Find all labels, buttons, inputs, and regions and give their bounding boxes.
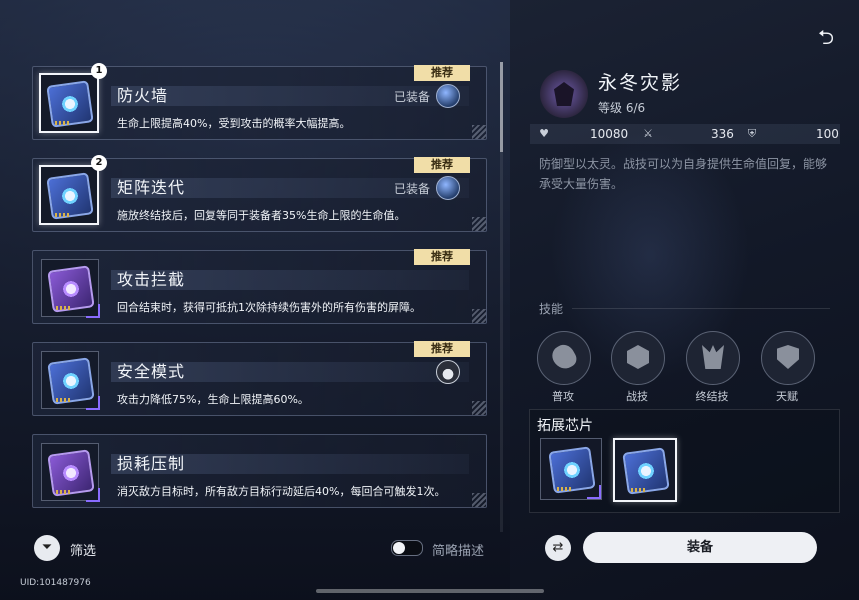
equipped-character-avatar-icon [436,176,460,200]
talent-skill-icon[interactable] [761,331,815,385]
user-id: UID:101487976 [20,578,91,588]
chip-description: 消灭敌方目标时，所有敌方目标行动延后40%，每回合可触发1次。 [117,485,446,498]
chip-name: 安全模式 [117,362,186,381]
chip-name: 矩阵迭代 [117,178,186,197]
brief-description-toggle[interactable] [391,540,423,556]
chip-description: 回合结束时，获得可抵抗1次除持续伤害外的所有伤害的屏障。 [117,301,421,314]
heart-icon: ♥ [539,127,549,140]
stats-bar [530,124,840,144]
skill-icon[interactable] [611,331,665,385]
skill-label-basic: 普攻 [552,390,574,403]
detail-level: 等级 6/6 [598,101,646,115]
brief-description-label: 简略描述 [432,544,485,559]
stat-hp: 10080 [590,127,629,141]
stat-atk: 336 [711,127,734,141]
recommended-tag: 推荐 [414,157,470,173]
detail-description: 防御型以太灵。战技可以为自身提供生命值回复，能够承受大量伤害。 [539,157,828,191]
chip-card-safe-mode[interactable]: 安全模式 推荐 攻击力降低75%，生命上限提高60%。 [32,341,487,416]
basic-attack-skill-icon[interactable] [537,331,591,385]
chip-card-attack-intercept[interactable]: 攻击拦截 推荐 回合结束时，获得可抵抗1次除持续伤害外的所有伤害的屏障。 [32,249,487,324]
chip-name: 损耗压制 [117,454,186,473]
chip-icon [39,73,99,133]
detail-title: 永冬灾影 [598,72,683,94]
skills-divider [572,308,830,309]
list-scrollbar-thumb[interactable] [500,62,503,152]
chip-description: 生命上限提高40%，受到攻击的概率大幅提高。 [117,117,351,130]
filter-button-label[interactable]: 筛选 [70,540,96,559]
recommended-tag: 推荐 [414,341,470,357]
equip-button[interactable]: 装备 [583,532,817,563]
chip-card-attrition-suppression[interactable]: 损耗压制 消灭敌方目标时，所有敌方目标行动延后40%，每回合可触发1次。 [32,434,487,508]
stat-def: 100 [816,127,839,141]
recommended-tag: 推荐 [414,65,470,81]
skill-label-skill: 战技 [626,390,648,403]
extension-chip-slot-1[interactable] [540,438,602,500]
funnel-icon[interactable]: ⏷ [34,535,60,561]
skills-heading: 技能 [539,302,564,316]
extension-chip-slot-2[interactable] [613,438,677,502]
chip-description: 攻击力降低75%，生命上限提高60%。 [117,393,309,406]
skill-label-talent: 天赋 [776,390,798,403]
ether-spirit-emblem-icon [540,70,588,118]
swap-icon[interactable]: ⇄ [545,535,571,561]
chip-description: 施放终结技后，回复等同于装备者35%生命上限的生命值。 [117,209,406,222]
slot-badge: 1 [91,63,107,79]
equipped-elsewhere-icon [436,360,460,384]
home-indicator [316,589,544,593]
chip-icon [41,259,100,318]
equipped-status: 已装备 [393,182,430,196]
chip-icon [41,443,100,502]
sword-icon: ⚔ [643,127,653,140]
chip-icon [41,351,100,410]
ultimate-skill-icon[interactable] [686,331,740,385]
chip-name: 防火墙 [117,86,169,105]
equipped-character-avatar-icon [436,84,460,108]
recommended-tag: 推荐 [414,249,470,265]
back-arrow-icon[interactable]: ⮌ [814,26,838,48]
shield-icon: ⛨ [747,127,757,140]
extension-chips-title: 拓展芯片 [537,418,593,434]
chip-icon [39,165,99,225]
chip-name: 攻击拦截 [117,270,186,289]
chip-card-matrix-iteration[interactable]: 2 矩阵迭代 推荐 已装备 施放终结技后，回复等同于装备者35%生命上限的生命值… [32,155,487,232]
chip-card-firewall[interactable]: 1 防火墙 推荐 已装备 生命上限提高40%，受到攻击的概率大幅提高。 [32,63,487,140]
equipped-status: 已装备 [393,90,430,104]
slot-badge: 2 [91,155,107,171]
skill-label-ultimate: 终结技 [695,390,729,403]
